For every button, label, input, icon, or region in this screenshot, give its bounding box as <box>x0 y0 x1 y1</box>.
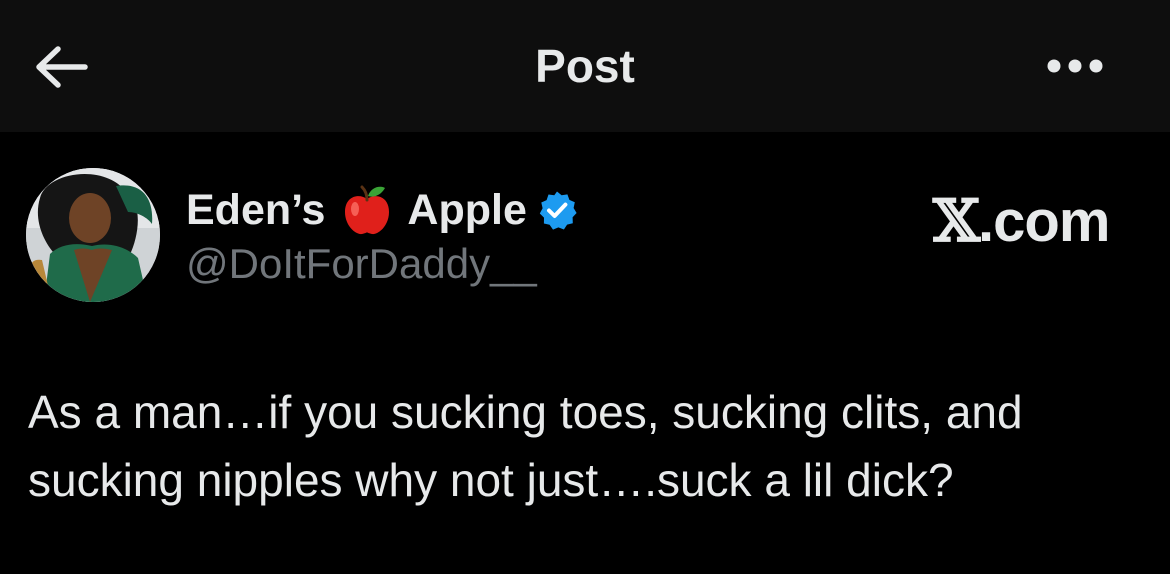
more-horizontal-icon <box>1047 59 1103 73</box>
author-display-name[interactable]: Eden’s Apple <box>186 180 577 240</box>
arrow-left-icon <box>36 46 88 88</box>
watermark-suffix: .com <box>978 189 1110 254</box>
back-button[interactable] <box>22 32 98 102</box>
post-text: As a man…if you sucking toes, sucking cl… <box>28 386 1023 506</box>
avatar[interactable] <box>26 168 160 302</box>
author-handle[interactable]: @DoItForDaddy__ <box>186 236 537 292</box>
verified-badge-icon[interactable] <box>537 190 577 230</box>
red-apple-icon <box>341 184 393 236</box>
author-name-second: Apple <box>407 185 527 234</box>
x-logo-icon: 𝕏 <box>932 187 980 255</box>
top-navigation-bar: Post <box>0 0 1170 132</box>
x-com-watermark: 𝕏.com <box>932 186 1110 257</box>
author-name-first: Eden’s <box>186 185 326 234</box>
page-title: Post <box>535 40 635 92</box>
more-options-button[interactable] <box>1020 36 1130 96</box>
